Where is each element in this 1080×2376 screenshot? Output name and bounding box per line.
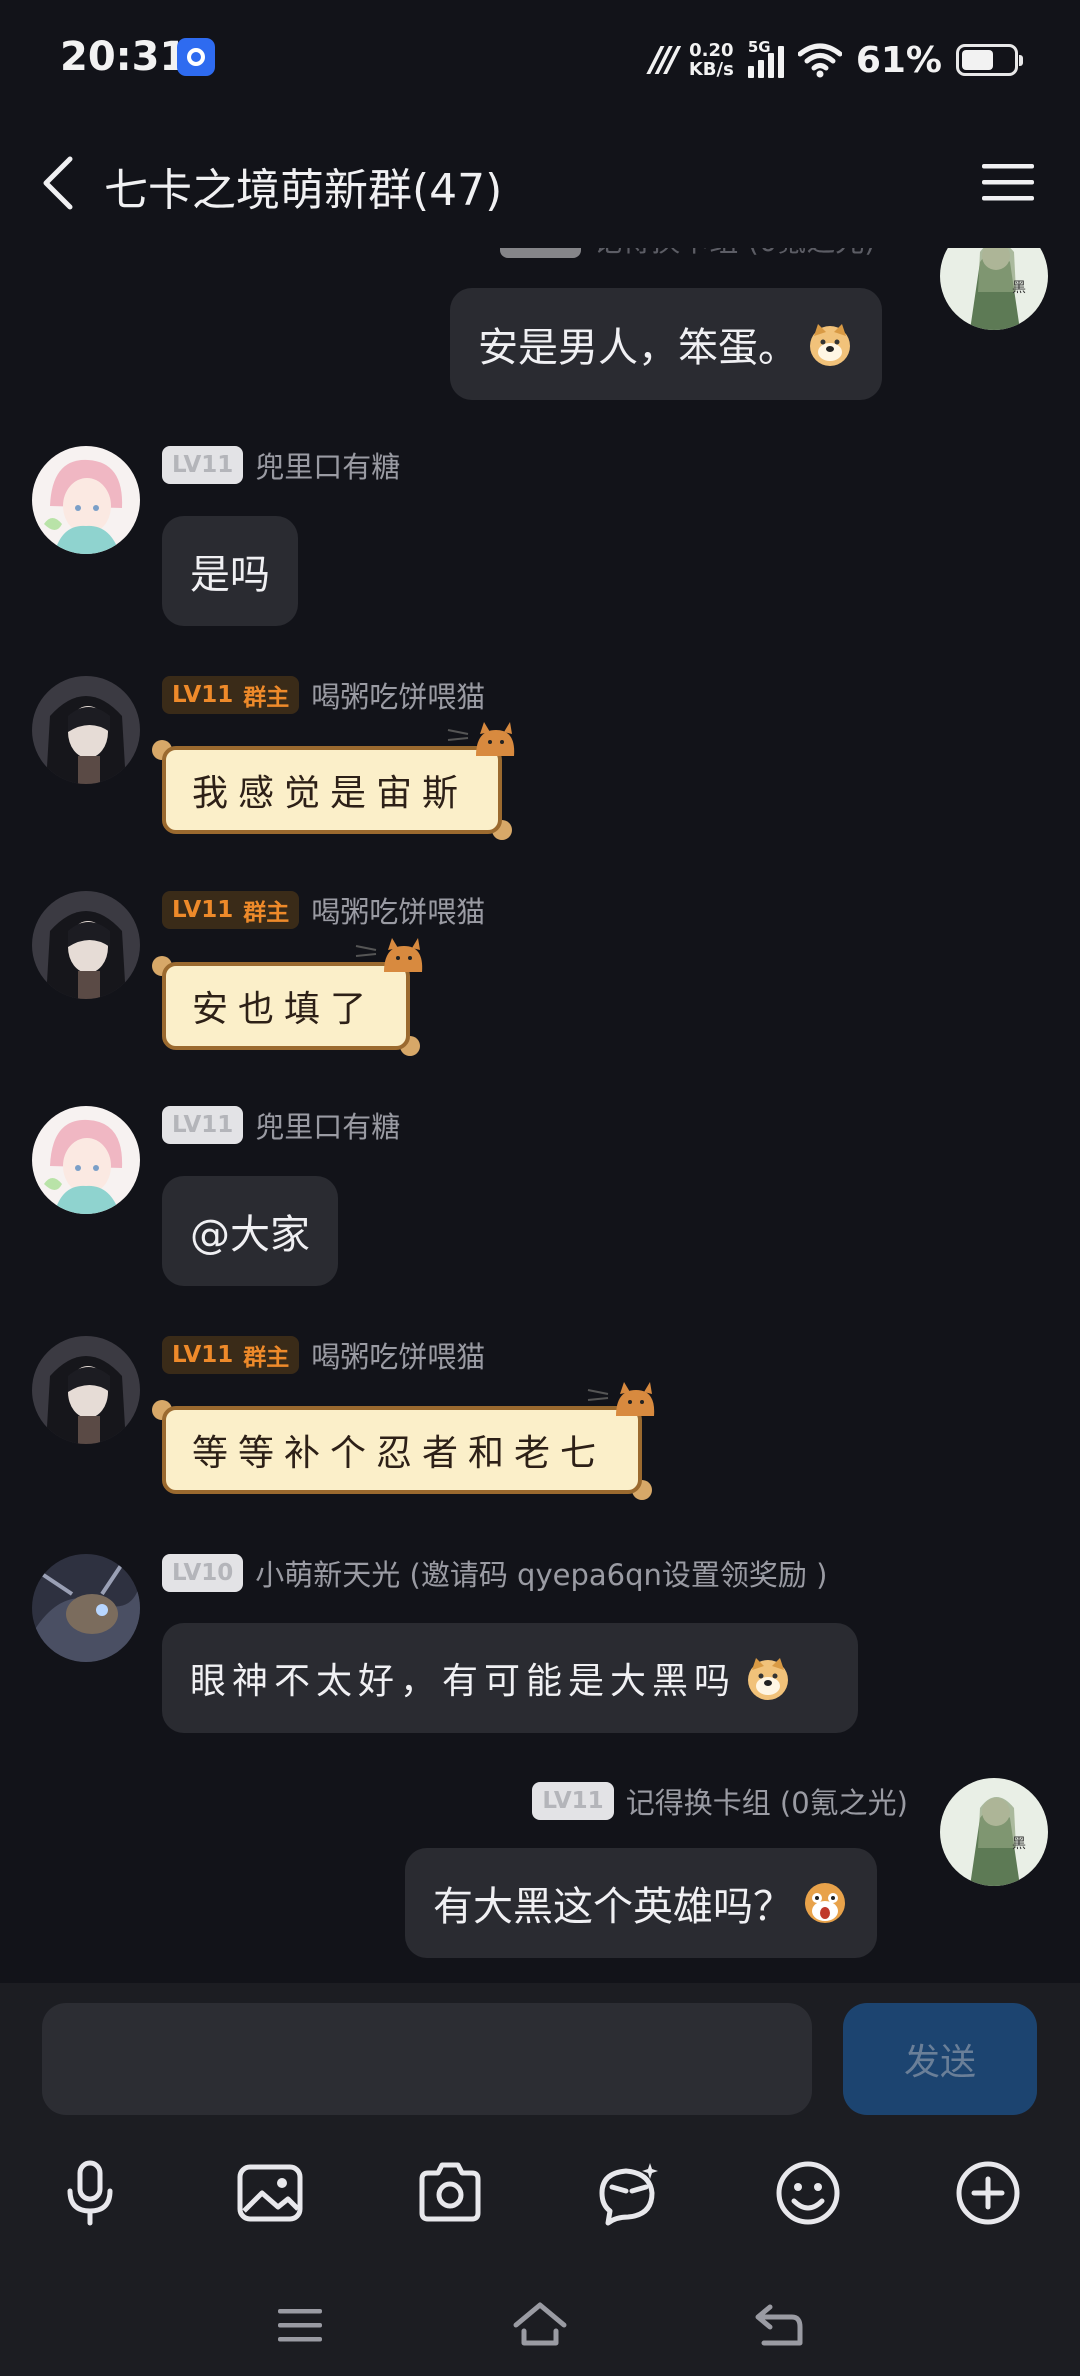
level-owner-badge: LV11 群主	[162, 1336, 300, 1374]
level-owner-badge: LV11 群主	[162, 891, 300, 929]
microphone-icon	[67, 2160, 113, 2226]
level-badge: LV11	[532, 1782, 614, 1820]
image-icon	[237, 2164, 303, 2222]
battery-percent: 61%	[855, 39, 942, 81]
network-speed: 0.20 KB/s	[689, 41, 734, 79]
battery-icon	[956, 44, 1023, 76]
image-button[interactable]	[230, 2153, 310, 2233]
system-nav-bar	[0, 2295, 1080, 2376]
message-text: 我感觉是宙斯	[192, 773, 469, 814]
avatar-doulikouyoutang[interactable]	[32, 1106, 140, 1214]
sender-name: 记得换卡组 (0氪之光)	[625, 1786, 908, 1820]
camera-icon	[419, 2162, 481, 2222]
message-meta: LV11 兜里口有糖	[162, 1104, 400, 1146]
sender-name: 兜里口有糖	[255, 1110, 401, 1144]
message-text: 眼神不太好，有可能是大黑吗	[190, 1661, 737, 1702]
svg-text:黑: 黑	[1012, 280, 1026, 296]
nav-menu-button[interactable]	[265, 2295, 335, 2355]
message-meta: LV11 记得换卡组 (0氪之光)	[532, 1780, 908, 1822]
sender-name: 喝粥吃饼喂猫	[311, 1340, 486, 1374]
message-text: @大家	[190, 1212, 310, 1258]
message-meta: LV10 小萌新天光 (邀请码 qyepa6qn设置领奖励 )	[162, 1552, 827, 1594]
message-text: 等等补个忍者和老七	[192, 1433, 607, 1474]
chat-header: 七卡之境萌新群(47)	[0, 118, 1080, 248]
nav-home-button[interactable]	[505, 2295, 575, 2355]
sender-name: 小萌新天光 (邀请码 qyepa6qn设置领奖励 )	[255, 1558, 828, 1592]
message-text: 安也填了	[192, 989, 377, 1030]
sender-name: 兜里口有糖	[255, 450, 401, 484]
menu-nav-icon	[278, 2309, 322, 2342]
camera-button[interactable]	[410, 2153, 490, 2233]
message-text: 有大黑这个英雄吗？	[433, 1884, 793, 1930]
level-badge: LV11	[500, 248, 582, 258]
message-text: 是吗	[190, 552, 270, 598]
app-notification-icon	[177, 38, 215, 76]
avatar-doulikouyoutang[interactable]	[32, 446, 140, 554]
status-time: 20:31	[60, 34, 188, 80]
back-nav-icon	[755, 2304, 803, 2346]
doge-emoji	[806, 320, 854, 368]
avatar-hezhouchibingweimao[interactable]	[32, 1336, 140, 1444]
message-list[interactable]: LV11 记得换卡组 (0氪之光) 黑 安是男人，笨蛋。 LV11 兜里口有糖 …	[0, 248, 1080, 1983]
nav-back-button[interactable]	[745, 2295, 815, 2355]
chevron-left-icon	[43, 156, 73, 210]
plus-icon	[956, 2161, 1020, 2225]
back-button[interactable]	[30, 150, 86, 216]
avatar-xiaomengxintianguang[interactable]	[32, 1554, 140, 1662]
message-meta: LV11 记得换卡组 (0氪之光)	[500, 248, 876, 260]
sender-name: 记得换卡组 (0氪之光)	[593, 248, 875, 260]
message-input[interactable]	[42, 2003, 812, 2115]
message-bubble[interactable]: 是吗	[162, 516, 298, 626]
level-badge: LV11	[162, 446, 244, 484]
level-badge: LV11	[162, 1106, 244, 1144]
message-bubble[interactable]: 有大黑这个英雄吗？	[405, 1848, 877, 1958]
sticker-button[interactable]	[588, 2153, 668, 2233]
network-type: 5G	[747, 38, 771, 56]
message-bubble[interactable]: 眼神不太好，有可能是大黑吗	[162, 1623, 858, 1733]
status-bar: 20:31 /// 0.20 KB/s 5G 61%	[0, 0, 1080, 118]
level-badge: LV10	[162, 1554, 244, 1592]
scroll-bubble[interactable]: 等等补个忍者和老七	[152, 1382, 655, 1504]
scroll-bubble[interactable]: 安也填了	[152, 938, 423, 1060]
shocked-dog-emoji	[801, 1879, 849, 1927]
more-button[interactable]	[948, 2153, 1028, 2233]
wifi-icon	[797, 43, 842, 78]
doge-emoji	[744, 1654, 792, 1702]
emoji-button[interactable]	[768, 2153, 848, 2233]
scroll-bubble[interactable]: 我感觉是宙斯	[152, 722, 515, 844]
status-indicators: /// 0.20 KB/s 5G 61%	[649, 36, 1023, 84]
menu-button[interactable]	[978, 158, 1038, 208]
smiley-icon	[776, 2161, 840, 2225]
home-nav-icon	[513, 2302, 567, 2346]
avatar-hezhouchibingweimao[interactable]	[32, 676, 140, 784]
message-bubble[interactable]: 安是男人，笨蛋。	[450, 288, 882, 400]
mm-icon: ///	[649, 40, 679, 80]
sender-name: 喝粥吃饼喂猫	[311, 680, 486, 714]
send-button[interactable]: 发送	[843, 2003, 1037, 2115]
sticker-icon	[599, 2163, 658, 2226]
avatar-self[interactable]: 黑	[940, 1778, 1048, 1886]
hamburger-menu-icon	[982, 164, 1034, 201]
network-speed-unit: KB/s	[688, 59, 734, 80]
message-bubble[interactable]: @大家	[162, 1176, 338, 1286]
message-meta: LV11 群主 喝粥吃饼喂猫	[162, 674, 485, 716]
cat-decoration-icon	[355, 938, 423, 972]
voice-button[interactable]	[50, 2153, 130, 2233]
chat-title: 七卡之境萌新群(47)	[104, 165, 503, 216]
cat-decoration-icon	[587, 1382, 655, 1416]
cat-decoration-icon	[447, 722, 515, 756]
avatar-self[interactable]: 黑	[940, 248, 1048, 330]
avatar-hezhouchibingweimao[interactable]	[32, 891, 140, 999]
message-meta: LV11 群主 喝粥吃饼喂猫	[162, 889, 485, 931]
signal-icon: 5G	[747, 38, 784, 78]
sender-name: 喝粥吃饼喂猫	[311, 895, 486, 929]
svg-text:黑: 黑	[1012, 1836, 1026, 1852]
level-owner-badge: LV11 群主	[162, 676, 300, 714]
network-speed-value: 0.20	[689, 40, 734, 61]
message-meta: LV11 兜里口有糖	[162, 444, 400, 486]
composer: 发送	[0, 1983, 1080, 2376]
message-meta: LV11 群主 喝粥吃饼喂猫	[162, 1334, 485, 1376]
message-text: 安是男人，笨蛋。	[478, 325, 798, 371]
